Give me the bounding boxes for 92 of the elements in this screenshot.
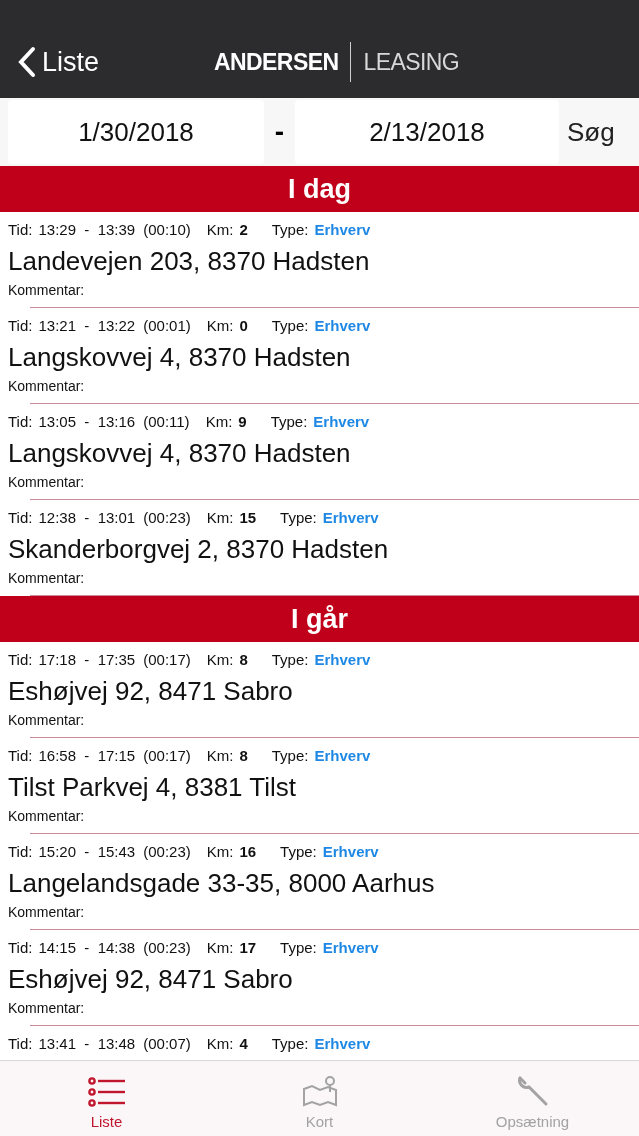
address: Langskovvej 4, 8370 Hadsten <box>8 437 352 470</box>
km-value: 16 <box>239 841 257 862</box>
km-label: Km: <box>206 219 234 240</box>
type-value: Erhverv <box>322 841 379 862</box>
list-icon <box>87 1076 126 1107</box>
time-range: 13:05 - 13:16 <box>38 411 136 432</box>
comment-label: Kommentar: <box>8 711 86 730</box>
time-label: Tid: <box>8 745 33 766</box>
time-range: 13:29 - 13:39 <box>38 219 136 240</box>
brand-name: ANDERSEN <box>214 47 339 77</box>
back-button[interactable]: Liste <box>0 41 100 82</box>
type-label: Type: <box>271 315 309 336</box>
date-field[interactable]: 1/30/2018 <box>8 100 264 164</box>
type-label: Type: <box>280 937 317 958</box>
duration: (00:10) <box>143 219 191 240</box>
map-icon <box>302 1074 337 1107</box>
type-value: Erhverv <box>314 219 371 240</box>
comment-label: Kommentar: <box>8 807 86 826</box>
km-value: 8 <box>239 745 248 766</box>
comment-label: Kommentar: <box>8 281 86 300</box>
type-label: Type: <box>280 841 317 862</box>
comment-label: Kommentar: <box>8 569 86 588</box>
type-label: Type: <box>271 649 309 670</box>
address: Eshøjvej 92, 8471 Sabro <box>8 675 294 708</box>
km-value: 0 <box>239 315 248 336</box>
time-label: Tid: <box>8 507 33 528</box>
type-label: Type: <box>271 745 309 766</box>
type-label: Type: <box>271 1033 309 1054</box>
km-label: Km: <box>206 649 234 670</box>
address: Skanderborgvej 2, 8370 Hadsten <box>8 533 390 566</box>
address: Landevejen 203, 8370 Hadsten <box>8 245 371 278</box>
time-range: 16:58 - 17:15 <box>38 745 136 766</box>
duration: (00:07) <box>143 1033 191 1054</box>
km-value: 2 <box>239 219 248 240</box>
type-value: Erhverv <box>314 315 371 336</box>
type-value: Erhverv <box>322 937 379 958</box>
duration: (00:01) <box>143 315 191 336</box>
type-value: Erhverv <box>313 411 370 432</box>
time-label: Tid: <box>8 1033 33 1054</box>
section-header: I går <box>0 596 639 642</box>
type-value: Erhverv <box>314 1033 371 1054</box>
time-range: 13:21 - 13:22 <box>38 315 136 336</box>
km-label: Km: <box>206 315 234 336</box>
comment-label: Kommentar: <box>8 473 86 492</box>
km-value: 9 <box>238 411 247 432</box>
km-label: Km: <box>206 507 234 528</box>
comment-label: Kommentar: <box>8 999 86 1018</box>
duration: (00:23) <box>143 841 191 862</box>
time-label: Tid: <box>8 315 33 336</box>
address: Langelandsgade 33-35, 8000 Aarhus <box>8 867 436 900</box>
duration: (00:23) <box>143 937 191 958</box>
km-label: Km: <box>206 841 234 862</box>
time-label: Tid: <box>8 841 33 862</box>
date-field[interactable]: 2/13/2018 <box>295 100 559 164</box>
km-label: Km: <box>205 411 233 432</box>
comment-label: Kommentar: <box>8 903 86 922</box>
time-label: Tid: <box>8 649 33 670</box>
duration: (00:23) <box>143 507 191 528</box>
type-label: Type: <box>271 219 309 240</box>
time-range: 15:20 - 15:43 <box>38 841 136 862</box>
time-range: 12:38 - 13:01 <box>38 507 136 528</box>
chevron-left-icon <box>18 45 36 78</box>
comment-label: Kommentar: <box>8 377 86 396</box>
time-label: Tid: <box>8 219 33 240</box>
time-range: 13:41 - 13:48 <box>38 1033 136 1054</box>
km-label: Km: <box>206 745 234 766</box>
type-label: Type: <box>270 411 308 432</box>
section-header: I dag <box>0 166 639 212</box>
brand-subtitle: LEASING <box>363 47 460 77</box>
search-button[interactable]: Søg <box>559 100 631 164</box>
time-range: 17:18 - 17:35 <box>38 649 136 670</box>
km-value: 8 <box>239 649 248 670</box>
date-separator: - <box>273 115 286 149</box>
address: Langskovvej 4, 8370 Hadsten <box>8 341 352 374</box>
duration: (00:17) <box>143 745 191 766</box>
type-value: Erhverv <box>322 507 379 528</box>
address: Tilst Parkvej 4, 8381 Tilst <box>8 771 298 804</box>
time-range: 14:15 - 14:38 <box>38 937 136 958</box>
km-value: 15 <box>239 507 257 528</box>
duration: (00:11) <box>143 411 190 432</box>
km-label: Km: <box>206 937 234 958</box>
tab[interactable]: Liste <box>0 1061 213 1136</box>
km-value: 17 <box>239 937 257 958</box>
km-label: Km: <box>206 1033 234 1054</box>
address: Eshøjvej 92, 8471 Sabro <box>8 963 294 996</box>
time-label: Tid: <box>8 937 33 958</box>
type-label: Type: <box>280 507 317 528</box>
time-label: Tid: <box>8 411 33 432</box>
km-value: 4 <box>239 1033 248 1054</box>
type-value: Erhverv <box>314 649 371 670</box>
duration: (00:17) <box>143 649 191 670</box>
type-value: Erhverv <box>314 745 371 766</box>
